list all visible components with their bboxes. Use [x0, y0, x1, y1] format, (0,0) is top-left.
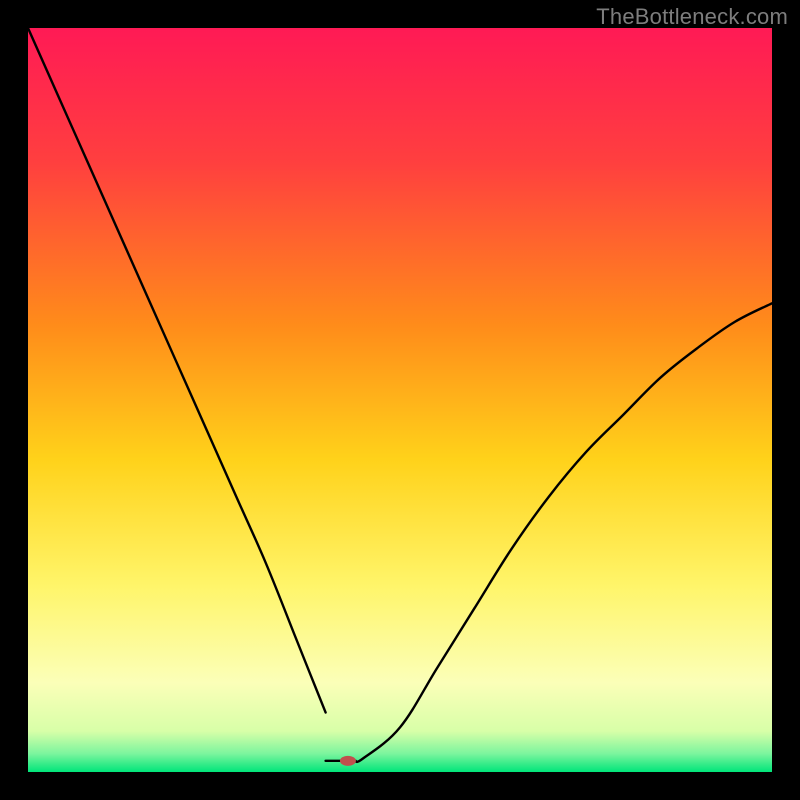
chart-frame: TheBottleneck.com — [0, 0, 800, 800]
plot-area — [28, 28, 772, 772]
watermark-text: TheBottleneck.com — [596, 4, 788, 30]
gradient-background — [28, 28, 772, 772]
optimal-point-marker — [340, 756, 356, 766]
chart-svg — [28, 28, 772, 772]
